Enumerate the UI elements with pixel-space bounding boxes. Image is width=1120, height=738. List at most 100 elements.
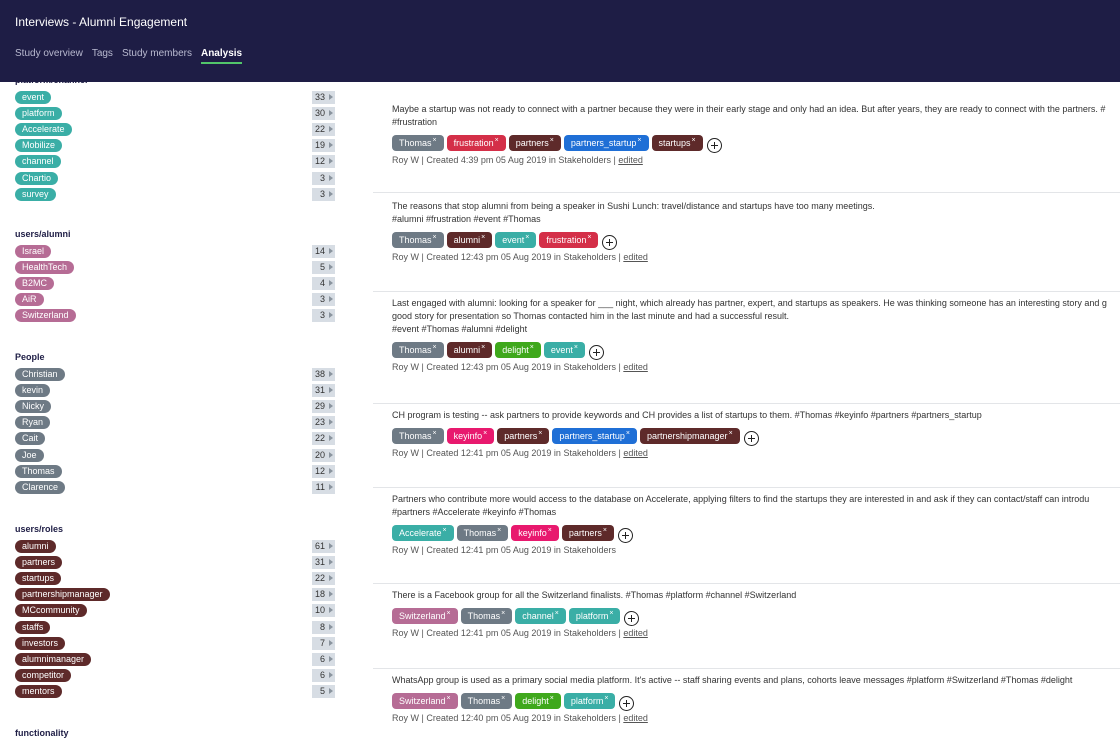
tag-chip[interactable]: Thomas× — [392, 342, 444, 358]
tag-chip[interactable]: Thomas× — [460, 693, 513, 709]
expand-arrow-icon[interactable] — [327, 588, 335, 601]
add-tag-icon[interactable] — [617, 527, 633, 543]
tag-row[interactable]: Accelerate 22 — [0, 122, 340, 138]
tag-pill[interactable]: Clarence — [15, 481, 66, 494]
tag-chip[interactable]: partnershipmanager× — [640, 428, 740, 444]
tag-row[interactable]: Switzerland 3 — [0, 308, 340, 324]
tag-row[interactable]: Mobilize 19 — [0, 138, 340, 154]
tag-chip[interactable]: partners_startup× — [563, 135, 649, 151]
remove-tag-icon[interactable]: × — [574, 344, 578, 351]
add-tag-icon[interactable] — [619, 695, 635, 711]
tag-pill[interactable]: survey — [15, 188, 56, 201]
expand-arrow-icon[interactable] — [327, 123, 335, 136]
remove-tag-icon[interactable]: × — [433, 344, 437, 351]
tag-pill[interactable]: B2MC — [15, 277, 55, 290]
edited-link[interactable]: edited — [623, 713, 648, 723]
tag-row[interactable]: Joe 20 — [0, 448, 340, 464]
tag-chip[interactable]: partners× — [497, 428, 550, 444]
expand-arrow-icon[interactable] — [327, 432, 335, 445]
remove-tag-icon[interactable]: × — [555, 610, 559, 617]
expand-arrow-icon[interactable] — [327, 540, 335, 553]
expand-arrow-icon[interactable] — [327, 172, 335, 185]
expand-arrow-icon[interactable] — [327, 261, 335, 274]
tag-chip[interactable]: frustration× — [539, 232, 599, 248]
expand-arrow-icon[interactable] — [327, 139, 335, 152]
edited-link[interactable]: edited — [623, 252, 648, 262]
tag-row[interactable]: B2MC 4 — [0, 276, 340, 292]
expand-arrow-icon[interactable] — [327, 556, 335, 569]
tag-chip[interactable]: partners× — [561, 525, 614, 541]
tag-chip[interactable]: Switzerland× — [392, 608, 458, 624]
tag-pill[interactable]: platform — [15, 107, 62, 120]
tag-row[interactable]: staffs 8 — [0, 620, 340, 636]
tag-row[interactable]: partnershipmanager 18 — [0, 587, 340, 603]
expand-arrow-icon[interactable] — [327, 653, 335, 666]
tag-chip[interactable]: alumni× — [446, 232, 493, 248]
edited-link[interactable]: edited — [618, 155, 643, 165]
tag-pill[interactable]: Joe — [15, 449, 44, 462]
tag-row[interactable]: survey 3 — [0, 187, 340, 203]
tag-chip[interactable]: event× — [495, 232, 537, 248]
tag-chip[interactable]: partners_startup× — [552, 428, 637, 444]
tag-row[interactable]: kevin 31 — [0, 383, 340, 399]
remove-tag-icon[interactable]: × — [692, 137, 696, 144]
add-tag-icon[interactable] — [624, 610, 640, 626]
tag-row[interactable]: alumni 61 — [0, 539, 340, 555]
tag-row[interactable]: HealthTech 5 — [0, 260, 340, 276]
tag-chip[interactable]: Accelerate× — [392, 525, 454, 541]
remove-tag-icon[interactable]: × — [433, 137, 437, 144]
expand-arrow-icon[interactable] — [327, 572, 335, 585]
tab-study-overview[interactable]: Study overview — [15, 48, 83, 64]
expand-arrow-icon[interactable] — [327, 188, 335, 201]
remove-tag-icon[interactable]: × — [530, 344, 534, 351]
remove-tag-icon[interactable]: × — [548, 527, 552, 534]
expand-arrow-icon[interactable] — [327, 107, 335, 120]
remove-tag-icon[interactable]: × — [729, 430, 733, 437]
remove-tag-icon[interactable]: × — [497, 527, 501, 534]
remove-tag-icon[interactable]: × — [609, 610, 613, 617]
tag-row[interactable]: alumnimanager 6 — [0, 652, 340, 668]
expand-arrow-icon[interactable] — [327, 685, 335, 698]
expand-arrow-icon[interactable] — [327, 91, 335, 104]
tag-pill[interactable]: Christian — [15, 368, 65, 381]
tag-pill[interactable]: mentors — [15, 685, 62, 698]
tag-row[interactable]: Thomas 12 — [0, 464, 340, 480]
tag-pill[interactable]: alumnimanager — [15, 653, 92, 666]
expand-arrow-icon[interactable] — [327, 155, 335, 168]
expand-arrow-icon[interactable] — [327, 481, 335, 494]
expand-arrow-icon[interactable] — [327, 309, 335, 322]
tag-row[interactable]: Christian 38 — [0, 367, 340, 383]
remove-tag-icon[interactable]: × — [501, 695, 505, 702]
tag-row[interactable]: MCcommunity 10 — [0, 603, 340, 619]
add-tag-icon[interactable] — [602, 234, 618, 250]
tag-pill[interactable]: kevin — [15, 384, 51, 397]
remove-tag-icon[interactable]: × — [501, 610, 505, 617]
tag-pill[interactable]: Thomas — [15, 465, 62, 478]
tag-chip[interactable]: platform× — [563, 693, 616, 709]
tab-analysis[interactable]: Analysis — [200, 48, 243, 64]
expand-arrow-icon[interactable] — [327, 400, 335, 413]
tag-chip[interactable]: keyinfo× — [511, 525, 559, 541]
edited-link[interactable]: edited — [623, 448, 648, 458]
expand-arrow-icon[interactable] — [327, 245, 335, 258]
tag-pill[interactable]: alumni — [15, 540, 56, 553]
tag-row[interactable]: partners 31 — [0, 555, 340, 571]
tag-pill[interactable]: Nicky — [15, 400, 51, 413]
tag-row[interactable]: event 33 — [0, 90, 340, 106]
remove-tag-icon[interactable]: × — [447, 695, 451, 702]
tag-pill[interactable]: HealthTech — [15, 261, 75, 274]
tag-chip[interactable]: Switzerland× — [392, 693, 458, 709]
tag-pill[interactable]: event — [15, 91, 52, 104]
remove-tag-icon[interactable]: × — [587, 234, 591, 241]
remove-tag-icon[interactable]: × — [447, 610, 451, 617]
tag-chip[interactable]: keyinfo× — [446, 428, 495, 444]
remove-tag-icon[interactable]: × — [637, 137, 641, 144]
tag-chip[interactable]: Thomas× — [392, 135, 444, 151]
expand-arrow-icon[interactable] — [327, 465, 335, 478]
tag-pill[interactable]: partners — [15, 556, 63, 569]
remove-tag-icon[interactable]: × — [525, 234, 529, 241]
remove-tag-icon[interactable]: × — [604, 695, 608, 702]
tag-pill[interactable]: Chartio — [15, 172, 59, 185]
tag-pill[interactable]: Israel — [15, 245, 52, 258]
tag-pill[interactable]: Cait — [15, 432, 46, 445]
